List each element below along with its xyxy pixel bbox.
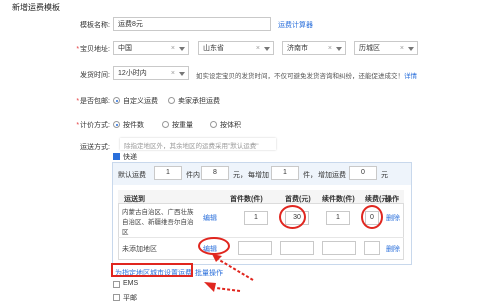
annotation-arrow-line [215, 257, 254, 281]
annotation-arrows [204, 254, 254, 292]
annotation-arrow-line [215, 287, 241, 292]
annotation-arrow-head [204, 282, 216, 292]
